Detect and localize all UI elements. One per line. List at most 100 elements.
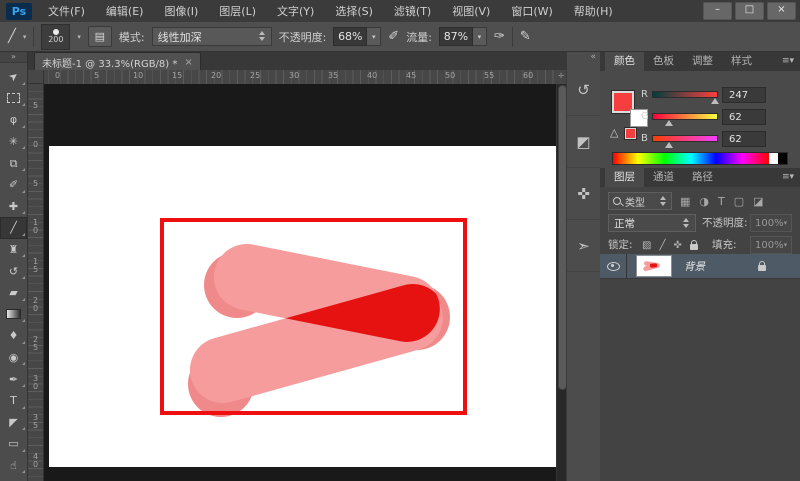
slider-thumb-icon[interactable] (665, 142, 673, 148)
color-tab-color[interactable]: 颜色 (605, 52, 644, 71)
pen-tool[interactable]: ✒ (0, 368, 27, 390)
spectrum-black-swatch[interactable] (778, 153, 787, 164)
dock-notes-panel[interactable]: ➣ (567, 220, 600, 272)
layer-blend-mode-dropdown[interactable]: 正常 (608, 214, 696, 232)
menu-type[interactable]: 文字(Y) (275, 1, 316, 21)
opacity-caret-icon[interactable]: ▾ (367, 27, 381, 46)
lock-all-icon[interactable] (690, 244, 698, 250)
move-tool[interactable]: ➤ (0, 66, 27, 88)
filter-pixel-icon[interactable]: ▦ (680, 195, 690, 208)
color-tab-styles[interactable]: 样式 (722, 52, 761, 71)
opacity-control[interactable]: 68% ▾ (333, 27, 381, 46)
opacity-value[interactable]: 68% (333, 27, 367, 46)
rectangle-tool[interactable]: ▭ (0, 433, 27, 455)
slider-thumb-icon[interactable] (711, 98, 719, 104)
dock-properties-panel[interactable]: ◩ (567, 116, 600, 168)
tablet-pressure-icon[interactable]: ✎ (520, 30, 531, 43)
channel-slider[interactable] (652, 113, 718, 120)
lock-move-icon[interactable]: ✜ (673, 240, 681, 251)
menu-image[interactable]: 图像(I) (162, 1, 200, 21)
brush-tool[interactable]: ╱ (0, 217, 27, 239)
channel-value[interactable]: 62 (722, 109, 766, 125)
slider-thumb-icon[interactable] (665, 120, 673, 126)
layer-filter-icons: ▦ ◑ T ▢ ◪ (680, 192, 764, 210)
lock-transparency-icon[interactable]: ▨ (642, 240, 651, 251)
document-tab[interactable]: 未标题-1 @ 33.3%(RGB/8) * × (34, 52, 201, 71)
menu-filter[interactable]: 滤镜(T) (392, 1, 433, 21)
rect-marquee-tool[interactable] (0, 88, 27, 110)
flow-caret-icon[interactable]: ▾ (473, 27, 487, 46)
menu-edit[interactable]: 编辑(E) (104, 1, 146, 21)
type-tool[interactable]: T (0, 390, 27, 412)
menu-view[interactable]: 视图(V) (450, 1, 492, 21)
gamut-warning-icon[interactable]: △ (610, 126, 618, 139)
layer-visibility-toggle[interactable] (600, 254, 627, 278)
layer-row-background[interactable]: 背景 (600, 254, 800, 279)
menu-help[interactable]: 帮助(H) (572, 1, 615, 21)
gamut-color-swatch[interactable] (625, 128, 636, 139)
dodge-tool[interactable]: ◉ (0, 347, 27, 369)
filter-adjustment-icon[interactable]: ◑ (699, 195, 709, 208)
blur-tool[interactable]: ♦ (0, 325, 27, 347)
layer-thumbnail[interactable] (636, 255, 672, 277)
magic-wand-tool[interactable]: ✳ (0, 131, 27, 153)
crop-tool[interactable]: ⧉ (0, 152, 27, 174)
clone-stamp-tool[interactable]: ♜ (0, 239, 27, 261)
layer-filter-dropdown[interactable]: 类型 (608, 192, 672, 210)
airbrush-toggle-icon[interactable]: ✑ (494, 30, 505, 43)
dock-expand-icon[interactable]: « (567, 52, 600, 64)
tablet-opacity-icon[interactable]: ✐ (388, 30, 399, 43)
layers-tab-paths[interactable]: 路径 (683, 168, 722, 187)
path-selection-tool[interactable]: ◤ (0, 412, 27, 434)
horizontal-ruler[interactable]: 051015202530354045505560 (44, 70, 556, 85)
flow-value[interactable]: 87% (439, 27, 473, 46)
canvas[interactable] (49, 146, 556, 467)
flow-control[interactable]: 87% ▾ (439, 27, 487, 46)
filter-shape-icon[interactable]: ▢ (734, 195, 744, 208)
tab-close-icon[interactable]: × (184, 57, 192, 68)
color-tab-swatches[interactable]: 色板 (644, 52, 683, 71)
minimize-button[interactable]: – (703, 2, 732, 20)
toolbox-collapse-icon[interactable]: » (0, 52, 27, 63)
menu-select[interactable]: 选择(S) (333, 1, 375, 21)
menu-window[interactable]: 窗口(W) (509, 1, 554, 21)
maximize-button[interactable]: □ (735, 2, 764, 20)
layer-opacity-control[interactable]: 100% ▾ (750, 214, 792, 232)
close-button[interactable]: × (767, 2, 796, 20)
lasso-tool[interactable]: φ (0, 109, 27, 131)
eraser-tool[interactable]: ▰ (0, 282, 27, 304)
hand-tool[interactable]: ☝ (0, 455, 27, 477)
channel-slider[interactable] (652, 91, 718, 98)
menu-file[interactable]: 文件(F) (46, 1, 87, 21)
eyedropper-tool[interactable]: ✐ (0, 174, 27, 196)
blend-mode-dropdown[interactable]: 线性加深 (152, 27, 272, 46)
color-panel-menu-icon[interactable]: ≡▾ (782, 52, 794, 71)
channel-value[interactable]: 247 (722, 87, 766, 103)
channel-value[interactable]: 62 (722, 131, 766, 147)
color-tab-adjust[interactable]: 调整 (683, 52, 722, 71)
layer-fill-control[interactable]: 100% ▾ (750, 236, 792, 254)
gradient-tool[interactable] (0, 304, 27, 326)
lock-paint-icon[interactable]: ╱ (659, 240, 665, 251)
layers-panel-menu-icon[interactable]: ≡▾ (782, 168, 794, 187)
brush-picker-caret-icon[interactable]: ▾ (77, 33, 81, 41)
brush-tool-preset-icon[interactable]: ╱ (8, 30, 16, 43)
brush-size-picker[interactable]: 200 (41, 24, 70, 50)
history-brush-tool[interactable]: ↺ (0, 260, 27, 282)
toggle-brush-panel-button[interactable]: ▤ (88, 26, 112, 47)
spectrum-gradient[interactable] (613, 153, 769, 164)
vertical-ruler[interactable]: 50510152025303540 (28, 84, 44, 481)
dock-3d-panel[interactable]: ✜ (567, 168, 600, 220)
dock-history-panel[interactable]: ↺ (567, 64, 600, 116)
healing-brush-tool[interactable]: ✚ (0, 196, 27, 218)
channel-slider[interactable] (652, 135, 718, 142)
filter-smart-object-icon[interactable]: ◪ (753, 195, 763, 208)
layers-tab-layers[interactable]: 图层 (605, 168, 644, 187)
filter-type-icon[interactable]: T (718, 195, 725, 208)
tool-preset-caret-icon[interactable]: ▾ (23, 33, 27, 41)
vertical-scrollbar[interactable] (556, 84, 566, 481)
layers-tab-channels[interactable]: 通道 (644, 168, 683, 187)
menu-layer[interactable]: 图层(L) (217, 1, 258, 21)
color-spectrum-ramp[interactable] (612, 152, 788, 165)
spectrum-white-swatch[interactable] (769, 153, 778, 164)
